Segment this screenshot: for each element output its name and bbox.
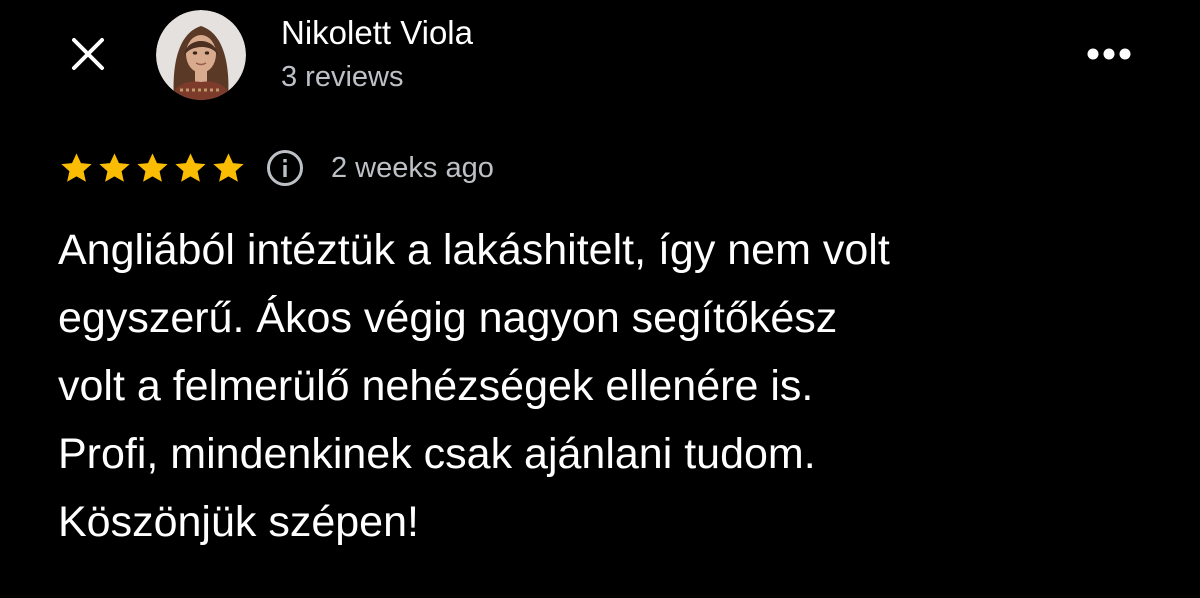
info-icon (267, 150, 303, 186)
rating-row: 2 weeks ago (58, 144, 494, 192)
star-filled-icon (137, 152, 168, 182)
star-filled-icon (213, 152, 244, 182)
avatar[interactable] (156, 10, 246, 100)
review-text-line: egyszerű. Ákos végig nagyon segítőkész (58, 294, 838, 342)
more-options-button[interactable] (1080, 34, 1138, 74)
star-filled-icon (175, 152, 206, 182)
info-button[interactable] (265, 148, 305, 188)
star-filled-icon (99, 152, 130, 182)
review-text-line: Profi, mindenkinek csak ajánlani tudom. (58, 430, 816, 478)
avatar-photo (156, 10, 246, 100)
review-text-line: Köszönjük szépen! (58, 498, 419, 546)
review-time: 2 weeks ago (331, 151, 494, 184)
close-icon (72, 38, 104, 70)
review-text-line: volt a felmerülő nehézségek ellenére is. (58, 362, 814, 410)
review-count: 3 reviews (281, 61, 404, 93)
close-button[interactable] (62, 28, 114, 80)
review-text-line: Angliából intéztük a lakáshitelt, így ne… (58, 226, 890, 274)
star-rating (58, 150, 247, 187)
star-filled-icon (61, 152, 92, 182)
review-text: Angliából intéztük a lakáshitelt, így ne… (58, 216, 1168, 556)
reviewer-name[interactable]: Nikolett Viola (281, 12, 473, 54)
more-horizontal-icon (1087, 48, 1131, 60)
